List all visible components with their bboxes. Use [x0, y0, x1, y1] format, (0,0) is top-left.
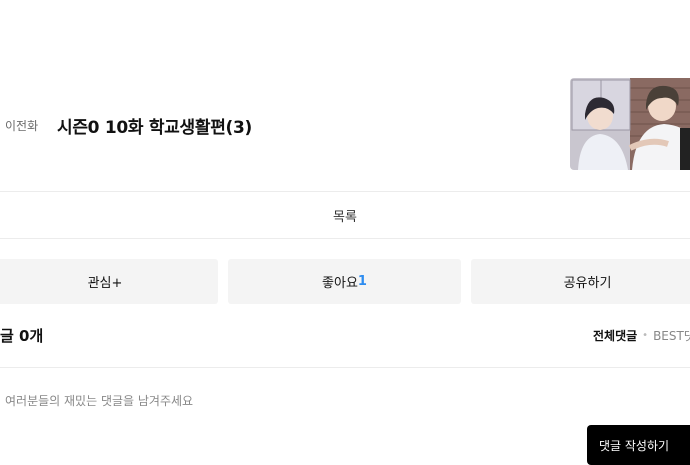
episode-thumbnail[interactable] [570, 78, 690, 170]
comment-count-heading: 글 0개 [0, 327, 44, 345]
share-label: 공유하기 [563, 276, 612, 291]
tab-best-comments[interactable]: BEST댓 [653, 327, 690, 344]
share-button[interactable]: 공유하기 [471, 259, 690, 304]
comment-sort-tabs: 전체댓글 • BEST댓 [593, 327, 690, 344]
write-comment-button[interactable]: 댓글 작성하기 [587, 425, 690, 465]
separator-dot: • [642, 330, 649, 341]
like-count: 1 [357, 274, 367, 289]
favorite-label: 관심+ [87, 276, 123, 291]
tab-all-comments[interactable]: 전체댓글 [593, 327, 637, 344]
divider-bottom [0, 238, 690, 239]
list-button[interactable]: 목록 [0, 192, 690, 238]
like-button[interactable]: 좋아요 1 [228, 259, 461, 304]
like-label: 좋아요 [322, 276, 358, 291]
prev-episode-link[interactable]: 이전화 [5, 117, 38, 134]
episode-thumbnail-image [570, 78, 690, 170]
list-label: 목록 [333, 209, 357, 225]
comment-input[interactable]: 여러분들의 재밌는 댓글을 남겨주세요 [5, 392, 193, 409]
divider-comments [0, 367, 690, 368]
favorite-button[interactable]: 관심+ [0, 259, 218, 304]
episode-title: 시즌0 10화 학교생활편(3) [57, 118, 253, 138]
